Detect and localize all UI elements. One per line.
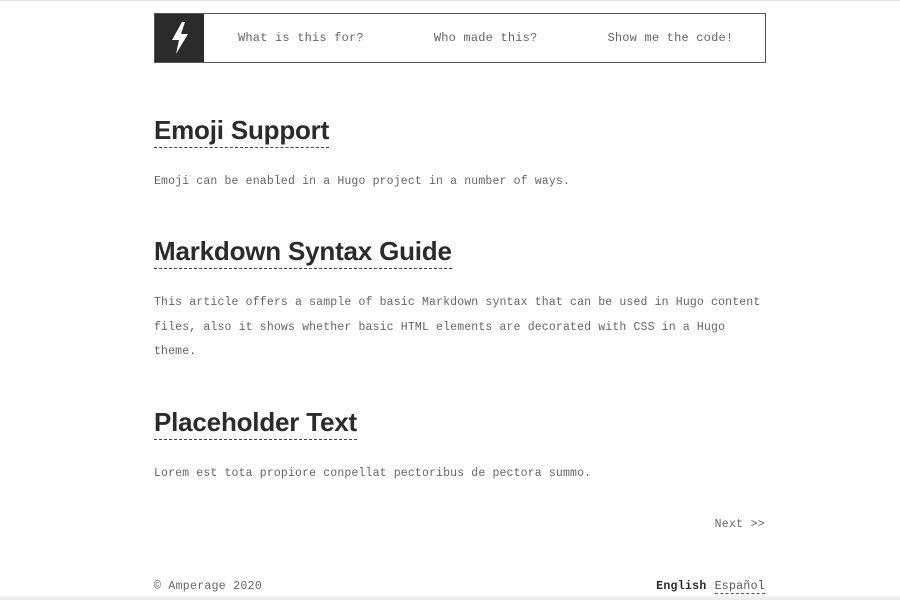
post-summary: Emoji can be enabled in a Hugo project i…	[154, 175, 571, 188]
copyright-text: © Amperage 2020	[154, 580, 263, 593]
top-navigation: What is this for? Who made this? Show me…	[154, 13, 766, 63]
post-title-link[interactable]: Placeholder Text	[154, 407, 357, 440]
post-item: Emoji Support Emoji can be enabled in a …	[154, 115, 766, 195]
post-summary: Lorem est tota propiore conpellat pector…	[154, 467, 592, 480]
lightning-bolt-icon	[171, 22, 188, 54]
post-title-link[interactable]: Markdown Syntax Guide	[154, 236, 452, 269]
post-item: Markdown Syntax Guide This article offer…	[154, 236, 766, 365]
language-switcher: English Español	[656, 580, 765, 594]
top-border	[0, 0, 900, 1]
language-current: English	[656, 580, 707, 593]
post-summary: This article offers a sample of basic Ma…	[154, 296, 761, 358]
nav-links: What is this for? Who made this? Show me…	[204, 14, 765, 62]
nav-link-show-code[interactable]: Show me the code!	[607, 31, 733, 45]
next-page-link[interactable]: Next >>	[715, 518, 765, 531]
post-item: Placeholder Text Lorem est tota propiore…	[154, 407, 766, 487]
nav-link-who-made-this[interactable]: Who made this?	[434, 31, 538, 45]
bottom-border	[0, 596, 900, 600]
logo-link[interactable]	[155, 14, 204, 62]
language-link-espanol[interactable]: Español	[714, 580, 765, 594]
post-title-link[interactable]: Emoji Support	[154, 115, 329, 148]
nav-link-what-is-this-for[interactable]: What is this for?	[238, 31, 364, 45]
